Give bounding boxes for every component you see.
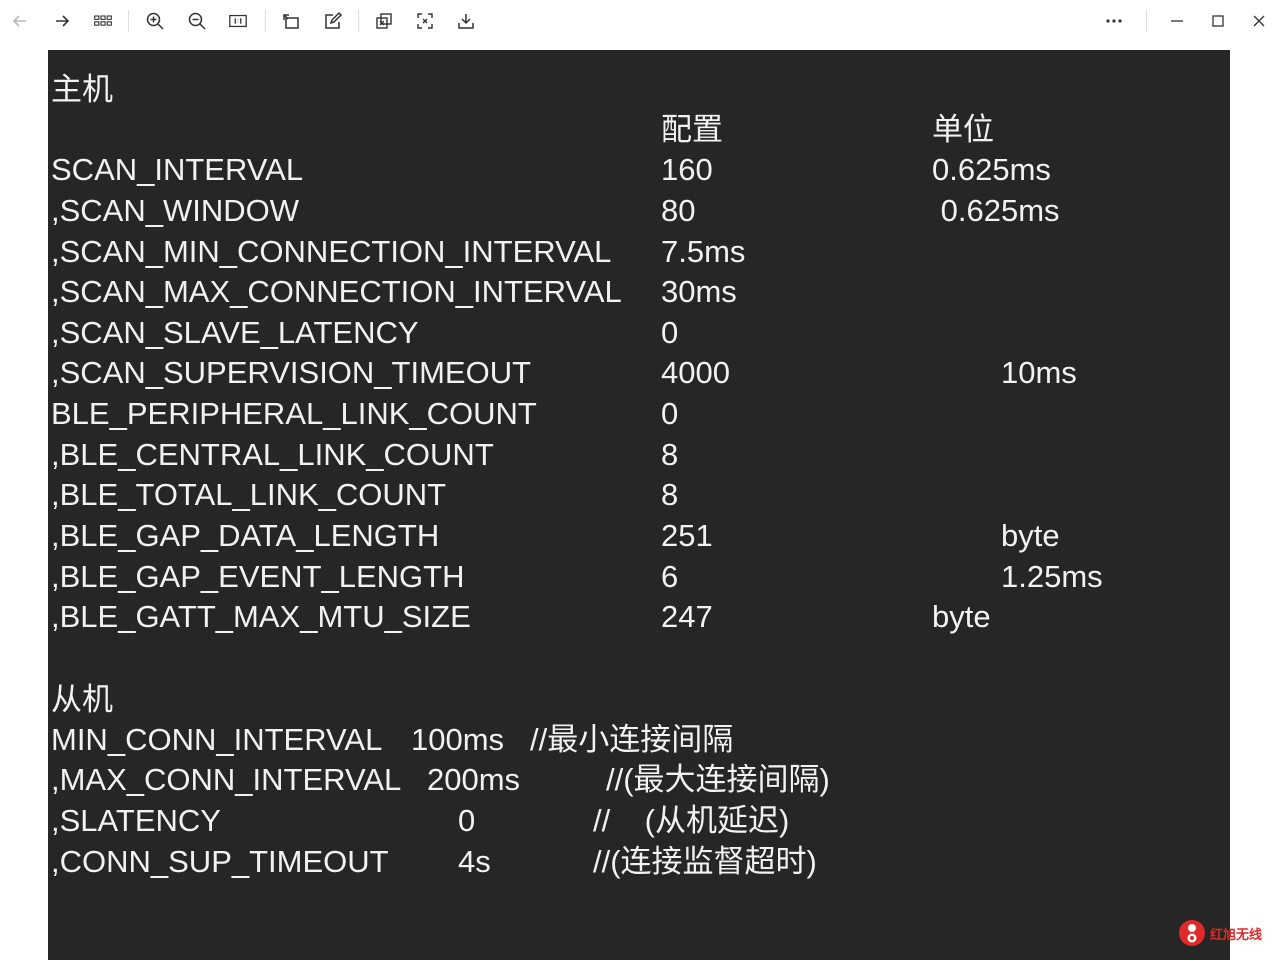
slave-param-comment: // (从机延迟) bbox=[593, 803, 790, 838]
slave-param-value: 0 bbox=[458, 803, 476, 838]
column-header-config: 配置 bbox=[661, 112, 723, 147]
back-arrow-icon[interactable] bbox=[5, 7, 35, 35]
param-value: 8 bbox=[661, 437, 679, 472]
param-value: 8 bbox=[661, 477, 679, 512]
fit-screen-icon[interactable] bbox=[410, 7, 440, 35]
viewer-toolbar bbox=[0, 0, 1280, 42]
watermark-text: 红旭无线 bbox=[1210, 927, 1263, 943]
slave-param-value: 200ms bbox=[427, 762, 521, 797]
param-name: ,SCAN_MAX_CONNECTION_INTERVAL bbox=[51, 274, 622, 309]
param-name: SCAN_INTERVAL bbox=[51, 152, 304, 187]
slave-param-name: MIN_CONN_INTERVAL bbox=[51, 722, 383, 757]
param-unit: 1.25ms bbox=[1001, 559, 1103, 594]
grid-icon[interactable] bbox=[88, 7, 118, 35]
slave-param-value: 4s bbox=[458, 844, 491, 879]
slave-param-name: ,MAX_CONN_INTERVAL bbox=[51, 762, 402, 797]
param-unit: 10ms bbox=[1001, 355, 1077, 390]
param-name: ,BLE_GATT_MAX_MTU_SIZE bbox=[51, 599, 471, 634]
slave-param-comment: //(连接监督超时) bbox=[593, 844, 817, 879]
param-value: 0 bbox=[661, 315, 679, 350]
param-unit: 0.625ms bbox=[932, 152, 1051, 187]
param-name: ,SCAN_MIN_CONNECTION_INTERVAL bbox=[51, 234, 612, 269]
param-value: 247 bbox=[661, 599, 713, 634]
column-header-unit: 单位 bbox=[932, 112, 994, 147]
master-heading: 主机 bbox=[51, 72, 113, 107]
slave-param-name: ,SLATENCY bbox=[51, 803, 221, 838]
slave-param-value: 100ms bbox=[411, 722, 505, 757]
param-name: ,SCAN_SLAVE_LATENCY bbox=[51, 315, 419, 350]
param-name: ,SCAN_SUPERVISION_TIMEOUT bbox=[51, 355, 532, 390]
slave-heading: 从机 bbox=[51, 682, 113, 717]
crop-icon[interactable] bbox=[369, 7, 399, 35]
forward-arrow-icon[interactable] bbox=[47, 7, 77, 35]
param-name: ,BLE_TOTAL_LINK_COUNT bbox=[51, 477, 447, 512]
param-name: BLE_PERIPHERAL_LINK_COUNT bbox=[51, 396, 537, 431]
param-value: 4000 bbox=[661, 355, 730, 390]
close-icon[interactable] bbox=[1244, 7, 1274, 35]
param-unit: 0.625ms bbox=[932, 193, 1060, 228]
param-name: ,BLE_GAP_DATA_LENGTH bbox=[51, 518, 440, 553]
param-name: ,BLE_GAP_EVENT_LENGTH bbox=[51, 559, 465, 594]
param-value: 30ms bbox=[661, 274, 737, 309]
param-unit: byte bbox=[1001, 518, 1060, 553]
param-unit: byte bbox=[932, 599, 991, 634]
zoom-out-icon[interactable] bbox=[182, 7, 212, 35]
watermark-logo-icon bbox=[1179, 920, 1205, 946]
watermark: 红旭无线 bbox=[1178, 916, 1274, 950]
slave-param-comment: //(最大连接间隔) bbox=[606, 762, 830, 797]
actual-size-icon[interactable] bbox=[223, 7, 253, 35]
slave-param-comment: //最小连接间隔 bbox=[530, 722, 734, 757]
rotate-icon[interactable] bbox=[276, 7, 306, 35]
save-icon[interactable] bbox=[451, 7, 481, 35]
param-value: 0 bbox=[661, 396, 679, 431]
minimize-icon[interactable] bbox=[1162, 7, 1192, 35]
param-value: 80 bbox=[661, 193, 696, 228]
param-name: ,BLE_CENTRAL_LINK_COUNT bbox=[51, 437, 494, 472]
param-value: 7.5ms bbox=[661, 234, 746, 269]
zoom-in-icon[interactable] bbox=[140, 7, 170, 35]
slave-param-name: ,CONN_SUP_TIMEOUT bbox=[51, 844, 389, 879]
param-name: ,SCAN_WINDOW bbox=[51, 193, 299, 228]
edit-icon[interactable] bbox=[318, 7, 348, 35]
more-icon[interactable] bbox=[1099, 7, 1129, 35]
maximize-icon[interactable] bbox=[1203, 7, 1233, 35]
param-value: 6 bbox=[661, 559, 679, 594]
param-value: 160 bbox=[661, 152, 713, 187]
param-value: 251 bbox=[661, 518, 713, 553]
